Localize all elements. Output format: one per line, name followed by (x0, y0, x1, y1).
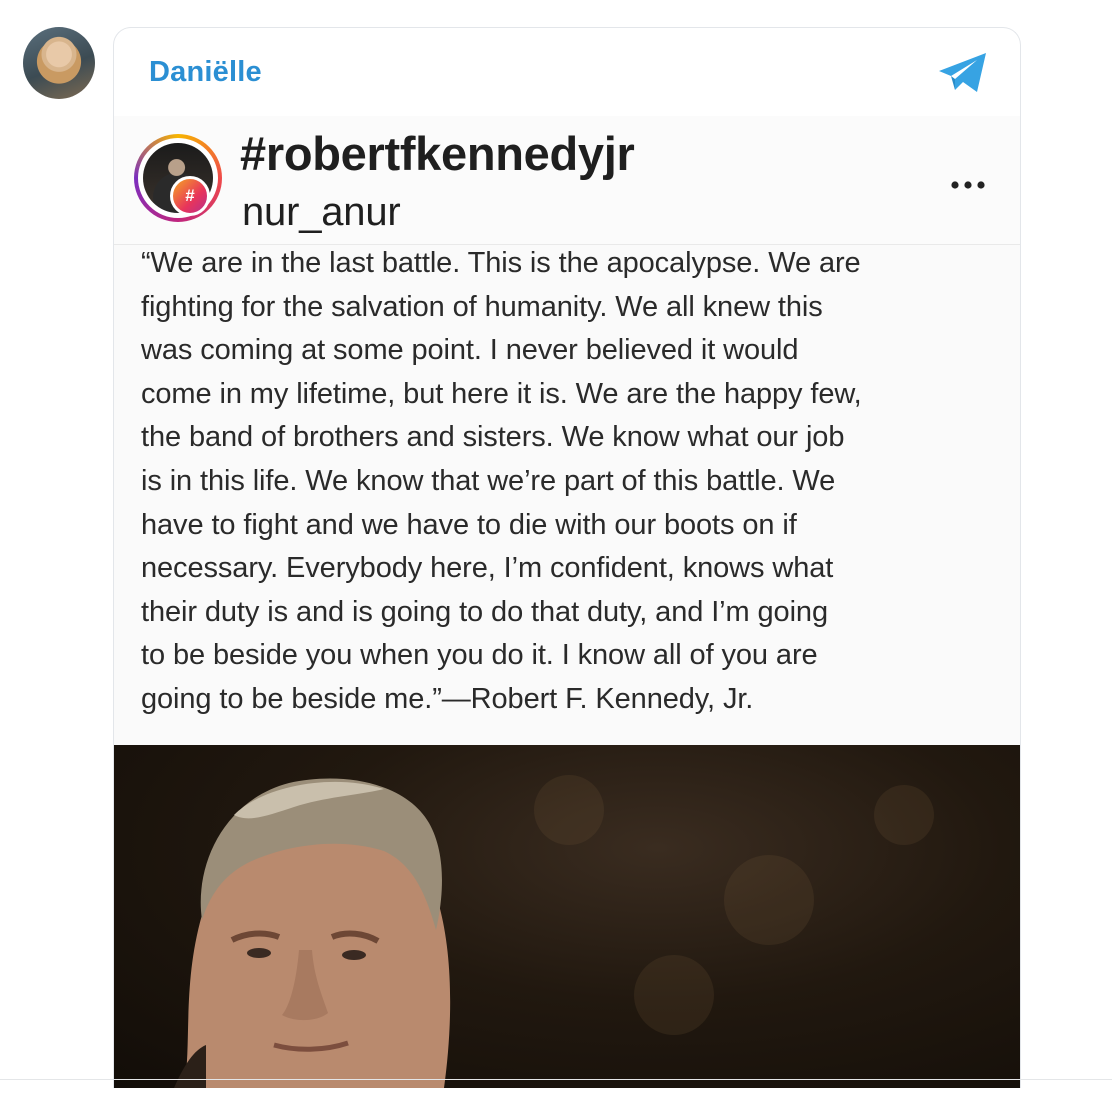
message-card: Daniëlle # #robertfkennedyjr nur_anur “W… (113, 27, 1021, 1088)
telegram-embed-page: Daniëlle # #robertfkennedyjr nur_anur “W… (0, 0, 1112, 1120)
more-dots-icon[interactable] (948, 178, 988, 192)
quote-line: have to fight and we have to die with ou… (141, 508, 797, 541)
hashtag-title[interactable]: #robertfkennedyjr (240, 126, 635, 181)
quote-line: “We are in the last battle. This is the … (141, 247, 861, 279)
bottom-divider (0, 1079, 1112, 1080)
quote-line: is in this life. We know that we’re part… (141, 464, 836, 497)
quote-line: necessary. Everybody here, I’m confident… (141, 552, 834, 585)
quote-line: fighting for the salvation of humanity. … (141, 290, 823, 323)
sender-avatar[interactable] (23, 27, 95, 99)
quote-line: going to be beside me.”—Robert F. Kenned… (141, 682, 754, 715)
quote-line: to be beside you when you do it. I know … (141, 639, 818, 672)
sender-name[interactable]: Daniëlle (149, 56, 262, 89)
quote-line: the band of brothers and sisters. We kno… (141, 421, 845, 454)
quote-line: come in my lifetime, but here it is. We … (141, 377, 862, 410)
telegram-send-icon[interactable] (936, 50, 990, 96)
quote-line: was coming at some point. I never believ… (141, 334, 799, 367)
shared-post-image: # #robertfkennedyjr nur_anur “We are in … (114, 116, 1020, 1088)
portrait-figure (174, 778, 451, 1088)
hashtag-badge-icon: # (170, 176, 210, 216)
quote-line: their duty is and is going to do that du… (141, 595, 828, 628)
quote-text: “We are in the last battle. This is the … (141, 242, 1001, 722)
portrait-photo (114, 745, 1020, 1088)
post-header: # #robertfkennedyjr nur_anur (114, 116, 1020, 245)
post-username[interactable]: nur_anur (242, 190, 401, 235)
